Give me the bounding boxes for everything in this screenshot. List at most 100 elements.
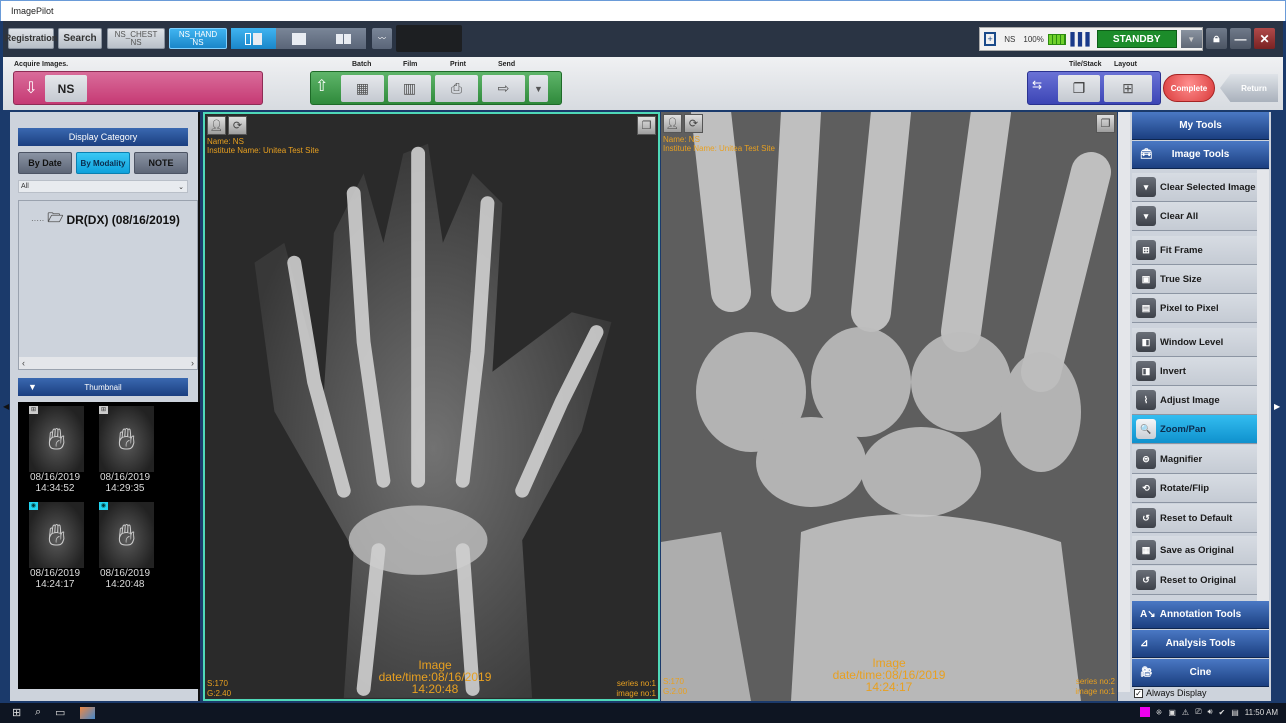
tree-item[interactable]: ····· 🗁 DR(DX) (08/16/2019) xyxy=(31,209,180,231)
thumbnail[interactable]: ⊞ ✋︎ 08/16/2019 14:34:52 xyxy=(20,406,90,494)
lock-button[interactable]: 🔒︎ xyxy=(1206,28,1227,49)
complete-button[interactable]: Complete xyxy=(1163,74,1215,102)
tool-list-scrollbar[interactable] xyxy=(1257,170,1269,645)
tile-stack-panel: ⇆ ❐ ⊞ xyxy=(1027,71,1161,105)
tool-save-as-original[interactable]: ▦ Save as Original xyxy=(1132,536,1257,565)
tray-device-icon[interactable]: ⎚ xyxy=(1195,707,1201,717)
patient-info-button[interactable]: 👤︎ xyxy=(663,114,682,133)
thumbnail[interactable]: ◉ ✋︎ 08/16/2019 14:24:17 xyxy=(20,502,90,590)
imagepilot-taskbar-icon[interactable] xyxy=(80,707,95,719)
tool-clear-selected-image[interactable]: ▾ Clear Selected Image xyxy=(1132,173,1257,202)
notification-icon[interactable]: ▤ xyxy=(1231,708,1239,717)
print-icon: ⎙ xyxy=(450,80,463,96)
registration-button[interactable]: Registration xyxy=(5,28,57,49)
volume-icon[interactable]: 🔊︎ xyxy=(1207,707,1212,717)
tray-app2-icon[interactable]: ▣ xyxy=(1168,708,1176,717)
patient-info-button[interactable]: 👤︎ xyxy=(207,116,226,135)
tool-magnifier[interactable]: ⊜ Magnifier xyxy=(1132,445,1257,474)
viewer-stack-button[interactable]: ❐ xyxy=(1096,114,1115,133)
search-button[interactable]: Search xyxy=(58,28,102,49)
overlay-date-line3: 14:24:17 xyxy=(865,680,913,694)
graph-button[interactable]: 〰 xyxy=(372,28,392,49)
tray-network-icon[interactable]: ⁜ xyxy=(1156,708,1163,717)
patient-tab-hand[interactable]: NS_HAND NS xyxy=(169,28,227,49)
scroll-left-icon[interactable]: ‹ xyxy=(22,358,25,368)
tool-label: True Size xyxy=(1160,273,1202,285)
image-viewer-1[interactable]: 👤︎ ⟳ Name: NS Institute Name: Unitea Tes… xyxy=(203,112,660,701)
patient-change-button[interactable]: ⟳ xyxy=(228,116,247,135)
tool-rotate-flip[interactable]: ⟲ Rotate/Flip xyxy=(1132,474,1257,503)
overlay-institute: Institute Name: Unitea Test Site xyxy=(207,146,319,155)
tool-label: Zoom/Pan xyxy=(1160,423,1206,435)
tool-true-size[interactable]: ▣ True Size xyxy=(1132,265,1257,294)
minimize-icon: — xyxy=(1234,31,1247,46)
tool-label: Clear All xyxy=(1160,210,1199,222)
print-button[interactable]: ⎙ xyxy=(435,75,478,102)
minimize-button[interactable]: — xyxy=(1230,28,1251,49)
patient-tab-chest[interactable]: NS_CHEST NS xyxy=(107,28,165,49)
batch-button[interactable]: ▦ xyxy=(341,75,384,102)
tile-stack-button[interactable]: ❐ xyxy=(1058,75,1100,102)
tool-clear-all[interactable]: ▾ Clear All xyxy=(1132,202,1257,231)
tool-reset-to-original[interactable]: ↺ Reset to Original xyxy=(1132,566,1257,595)
layout-single-button[interactable] xyxy=(276,28,321,49)
collapse-icon: ▼ xyxy=(28,382,37,392)
analysis-tools-header[interactable]: ⊿ Analysis Tools xyxy=(1132,630,1269,658)
collapse-left-icon[interactable]: ◀ xyxy=(3,402,9,411)
task-view-icon[interactable]: ▭ xyxy=(55,706,65,719)
by-date-button[interactable]: By Date xyxy=(18,152,72,174)
acquire-device-button[interactable]: NS xyxy=(45,75,87,102)
tray-warning-icon[interactable]: ⚠ xyxy=(1182,708,1189,717)
thumbnail-image: ⊞ ✋︎ xyxy=(99,406,154,472)
always-display-label: Always Display xyxy=(1146,688,1207,698)
tree-hscrollbar[interactable]: ‹ › xyxy=(19,357,197,369)
thumbnail-header[interactable]: ▼ Thumbnail xyxy=(18,378,188,396)
tool-fit-frame[interactable]: ⊞ Fit Frame xyxy=(1132,236,1257,265)
display-category-header[interactable]: Display Category xyxy=(18,128,188,146)
patient-change-button[interactable]: ⟳ xyxy=(684,114,703,133)
tool-window-level[interactable]: ◧ Window Level xyxy=(1132,328,1257,357)
print-label: Print xyxy=(450,61,466,68)
thumbnail-time: 14:34:52 xyxy=(35,483,75,494)
close-icon: ✕ xyxy=(1259,31,1270,46)
clock[interactable]: 11:50 AM xyxy=(1245,708,1278,717)
annotation-tools-header[interactable]: A↘ Annotation Tools xyxy=(1132,601,1269,629)
status-dropdown-button[interactable]: ▼ xyxy=(1180,30,1202,48)
tool-pixel-to-pixel[interactable]: ▤ Pixel to Pixel xyxy=(1132,294,1257,323)
tools-scrollbar[interactable] xyxy=(1118,112,1130,692)
layout-button[interactable]: ⊞ xyxy=(1104,75,1152,102)
expand-right-icon[interactable]: ▶ xyxy=(1274,402,1280,411)
magnifier-icon: ⊜ xyxy=(1136,449,1156,469)
layout-double-button[interactable] xyxy=(321,28,366,49)
tool-reset-to-default[interactable]: ↺ Reset to Default xyxy=(1132,504,1257,533)
tray-app-icon[interactable] xyxy=(1139,707,1150,717)
stack-icon: ❐ xyxy=(1072,80,1086,96)
zoom-pan-icon: 🔍 xyxy=(1136,419,1156,439)
filter-select[interactable]: All ⌄ xyxy=(18,180,188,193)
my-tools-header[interactable]: My Tools xyxy=(1132,112,1269,140)
scroll-right-icon[interactable]: › xyxy=(191,358,194,368)
tool-invert[interactable]: ◨ Invert xyxy=(1132,357,1257,386)
by-modality-button[interactable]: By Modality xyxy=(76,152,130,174)
tool-adjust-image[interactable]: ⌇ Adjust Image xyxy=(1132,386,1257,415)
close-button[interactable]: ✕ xyxy=(1254,28,1275,49)
thumbnail[interactable]: ◉ ✋︎ 08/16/2019 14:20:48 xyxy=(90,502,160,590)
image-tools-header[interactable]: 🧰︎ Image Tools xyxy=(1132,141,1269,169)
send-button[interactable]: ⇨ xyxy=(482,75,525,102)
thumbnail[interactable]: ⊞ ✋︎ 08/16/2019 14:29:35 xyxy=(90,406,160,494)
film-button[interactable]: ▥ xyxy=(388,75,431,102)
layout-split-button[interactable] xyxy=(231,28,276,49)
output-more-button[interactable]: ▼ xyxy=(529,75,548,102)
image-viewer-2[interactable]: 👤︎ ⟳ Name: NS Institute Name: Unitea Tes… xyxy=(661,112,1117,701)
viewer-stack-button[interactable]: ❐ xyxy=(637,116,656,135)
always-display-checkbox[interactable]: ✓ Always Display xyxy=(1134,688,1207,698)
cine-header[interactable]: 🎥︎ Cine xyxy=(1132,659,1269,687)
system-tray: ⁜ ▣ ⚠ ⎚ 🔊︎ ✔ ▤ 11:50 AM xyxy=(1139,707,1278,717)
search-icon[interactable]: ⌕ xyxy=(35,706,41,719)
tray-check-icon[interactable]: ✔ xyxy=(1219,708,1226,717)
person-icon: 👤︎ xyxy=(209,120,224,132)
note-button[interactable]: NOTE xyxy=(134,152,188,174)
return-button[interactable]: Return xyxy=(1220,74,1278,102)
tool-zoom-pan[interactable]: 🔍 Zoom/Pan xyxy=(1132,415,1257,444)
start-icon[interactable]: ⊞ xyxy=(12,706,21,719)
